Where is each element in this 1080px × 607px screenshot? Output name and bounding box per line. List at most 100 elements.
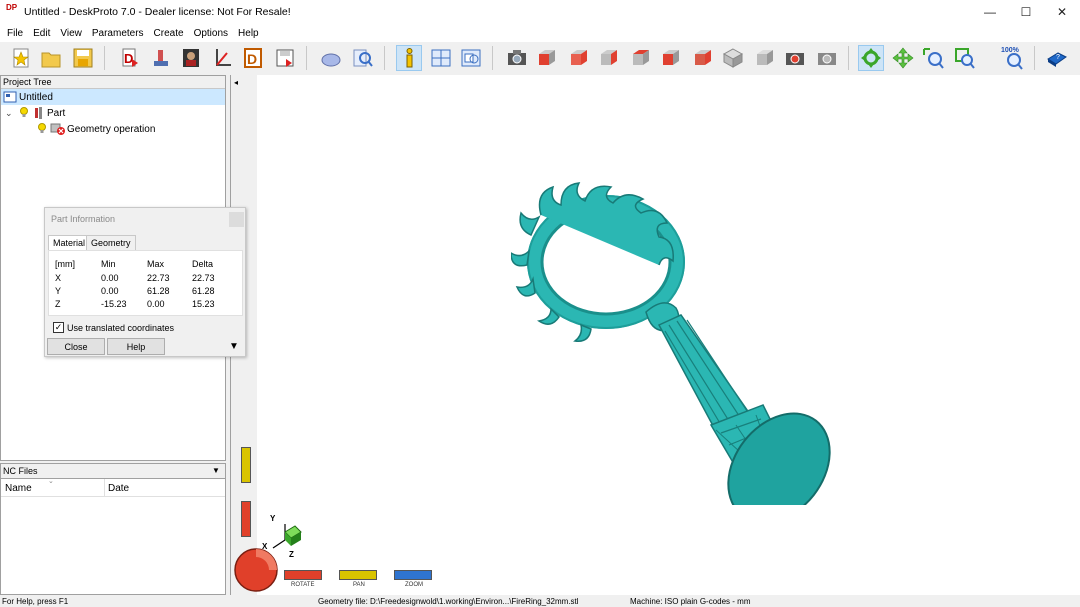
collapse-arrow-icon[interactable]: ◂ <box>234 78 238 87</box>
svg-text:D: D <box>247 51 257 67</box>
view-left-icon[interactable] <box>596 45 622 71</box>
window-title: Untitled - DeskProto 7.0 - Dealer licens… <box>24 6 291 18</box>
row-delta: 22.73 <box>192 273 215 283</box>
zoom-window-icon[interactable] <box>952 45 978 71</box>
vector-icon[interactable] <box>210 45 236 71</box>
dialog-close-icon[interactable] <box>229 212 244 227</box>
axis-z-label: Z <box>289 550 294 559</box>
nc-files-panel: NC Files ▼ Name ⌄ Date <box>0 463 226 595</box>
menu-file[interactable]: File <box>2 28 28 39</box>
menu-create[interactable]: Create <box>149 28 189 39</box>
tree-operation-label: Geometry operation <box>67 123 156 135</box>
menu-bar: File Edit View Parameters Create Options… <box>0 24 1080 42</box>
view-front-icon[interactable] <box>534 45 560 71</box>
row-delta: 61.28 <box>192 286 215 296</box>
dropdown-arrow-icon[interactable]: ▼ <box>212 466 220 475</box>
window-icon[interactable] <box>458 45 484 71</box>
nc-files-title: NC Files <box>3 466 38 476</box>
3d-model-fire-ring <box>511 182 831 505</box>
view-iso2-icon[interactable] <box>752 45 778 71</box>
project-tree-header: Project Tree <box>1 76 225 89</box>
lightbulb-icon[interactable] <box>35 123 49 135</box>
help-button[interactable]: Help <box>107 338 165 355</box>
export-icon[interactable] <box>272 45 298 71</box>
zoom-indicator-icon[interactable] <box>241 501 251 537</box>
axis-x-label: X <box>262 542 268 551</box>
status-help: For Help, press F1 <box>2 597 69 606</box>
pan-mode-icon[interactable] <box>890 45 916 71</box>
rotate-mode-icon[interactable] <box>858 45 884 71</box>
open-folder-icon[interactable] <box>38 45 64 71</box>
layout-icon[interactable] <box>428 45 454 71</box>
axis-triad: Y X Z <box>262 512 309 562</box>
import-geometry-icon[interactable] <box>148 45 174 71</box>
expand-arrow-icon[interactable]: ▼ <box>229 341 239 352</box>
view-top-icon[interactable] <box>658 45 684 71</box>
tab-material[interactable]: Material <box>48 235 91 251</box>
3d-viewport[interactable]: ◂ Y X Z ROTATE PAN ZOOM <box>230 75 1080 595</box>
tab-geometry[interactable]: Geometry <box>86 235 136 250</box>
status-bar: For Help, press F1 Geometry file: D:\Fre… <box>0 596 1080 607</box>
dimensions-table: [mm] Min Max Delta X 0.00 22.73 22.73 Y … <box>48 250 243 316</box>
menu-options[interactable]: Options <box>189 28 233 39</box>
row-max: 22.73 <box>147 273 170 283</box>
toolbar: D D 100% ? <box>0 42 1080 74</box>
tree-item-part[interactable]: ⌄ Part <box>5 105 65 121</box>
menu-edit[interactable]: Edit <box>28 28 55 39</box>
info-icon[interactable] <box>396 45 422 71</box>
pan-button[interactable] <box>339 570 377 580</box>
part-information-dialog: Part Information Material Geometry [mm] … <box>44 207 246 357</box>
dxf-icon[interactable]: D <box>240 45 266 71</box>
zoom-100-label: 100% <box>1001 47 1020 54</box>
screenshot-icon[interactable] <box>782 45 808 71</box>
row-axis: Z <box>55 299 61 309</box>
tree-part-label: Part <box>47 107 66 119</box>
translated-coordinates-checkbox[interactable]: ✓ <box>53 322 64 333</box>
part-icon[interactable]: D <box>116 45 142 71</box>
row-max: 61.28 <box>147 286 170 296</box>
close-window-button[interactable]: ✕ <box>1044 0 1080 24</box>
search-icon[interactable] <box>350 45 376 71</box>
zoom-mode-icon[interactable] <box>920 45 946 71</box>
image-icon[interactable] <box>178 45 204 71</box>
view-right-icon[interactable] <box>628 45 654 71</box>
view-iso-icon[interactable] <box>720 45 746 71</box>
lightbulb-icon[interactable] <box>17 107 31 119</box>
row-max: 0.00 <box>147 299 165 309</box>
view-bottom-icon[interactable] <box>690 45 716 71</box>
pan-indicator-icon[interactable] <box>241 447 251 483</box>
row-min: 0.00 <box>101 273 119 283</box>
minimize-button[interactable]: — <box>972 0 1008 24</box>
new-file-icon[interactable] <box>8 45 34 71</box>
status-machine: Machine: ISO plain G-codes - mm <box>630 597 751 606</box>
row-axis: X <box>55 273 62 283</box>
translated-coordinates-label: Use translated coordinates <box>67 323 175 333</box>
save-icon[interactable] <box>70 45 96 71</box>
maximize-button[interactable]: ☐ <box>1008 0 1044 24</box>
help-book-icon[interactable]: ? <box>1044 45 1070 71</box>
menu-parameters[interactable]: Parameters <box>87 28 149 39</box>
shape-icon[interactable] <box>318 45 344 71</box>
menu-help[interactable]: Help <box>233 28 264 39</box>
tree-root-label: Untitled <box>19 91 53 103</box>
column-name[interactable]: Name <box>5 483 32 494</box>
zoom-100-icon[interactable]: 100% <box>1000 45 1028 71</box>
column-date[interactable]: Date <box>108 483 129 494</box>
header-min: Min <box>101 259 116 269</box>
zoom-button[interactable] <box>394 570 432 580</box>
sort-arrow-icon: ⌄ <box>48 478 54 485</box>
camera-icon[interactable] <box>504 45 530 71</box>
view-back-icon[interactable] <box>566 45 592 71</box>
dialog-title: Part Information <box>51 214 116 224</box>
zoom-label: ZOOM <box>405 582 423 588</box>
part-icon <box>31 106 47 120</box>
svg-text:D: D <box>124 51 133 66</box>
screenshot2-icon[interactable] <box>814 45 840 71</box>
tree-item-operation[interactable]: Geometry operation <box>35 121 155 137</box>
nc-files-header[interactable]: NC Files ▼ <box>1 464 225 479</box>
menu-view[interactable]: View <box>55 28 87 39</box>
close-button[interactable]: Close <box>47 338 105 355</box>
rotate-button[interactable] <box>284 570 322 580</box>
chevron-down-icon[interactable]: ⌄ <box>5 108 17 119</box>
tree-item-root[interactable]: Untitled <box>1 89 225 105</box>
